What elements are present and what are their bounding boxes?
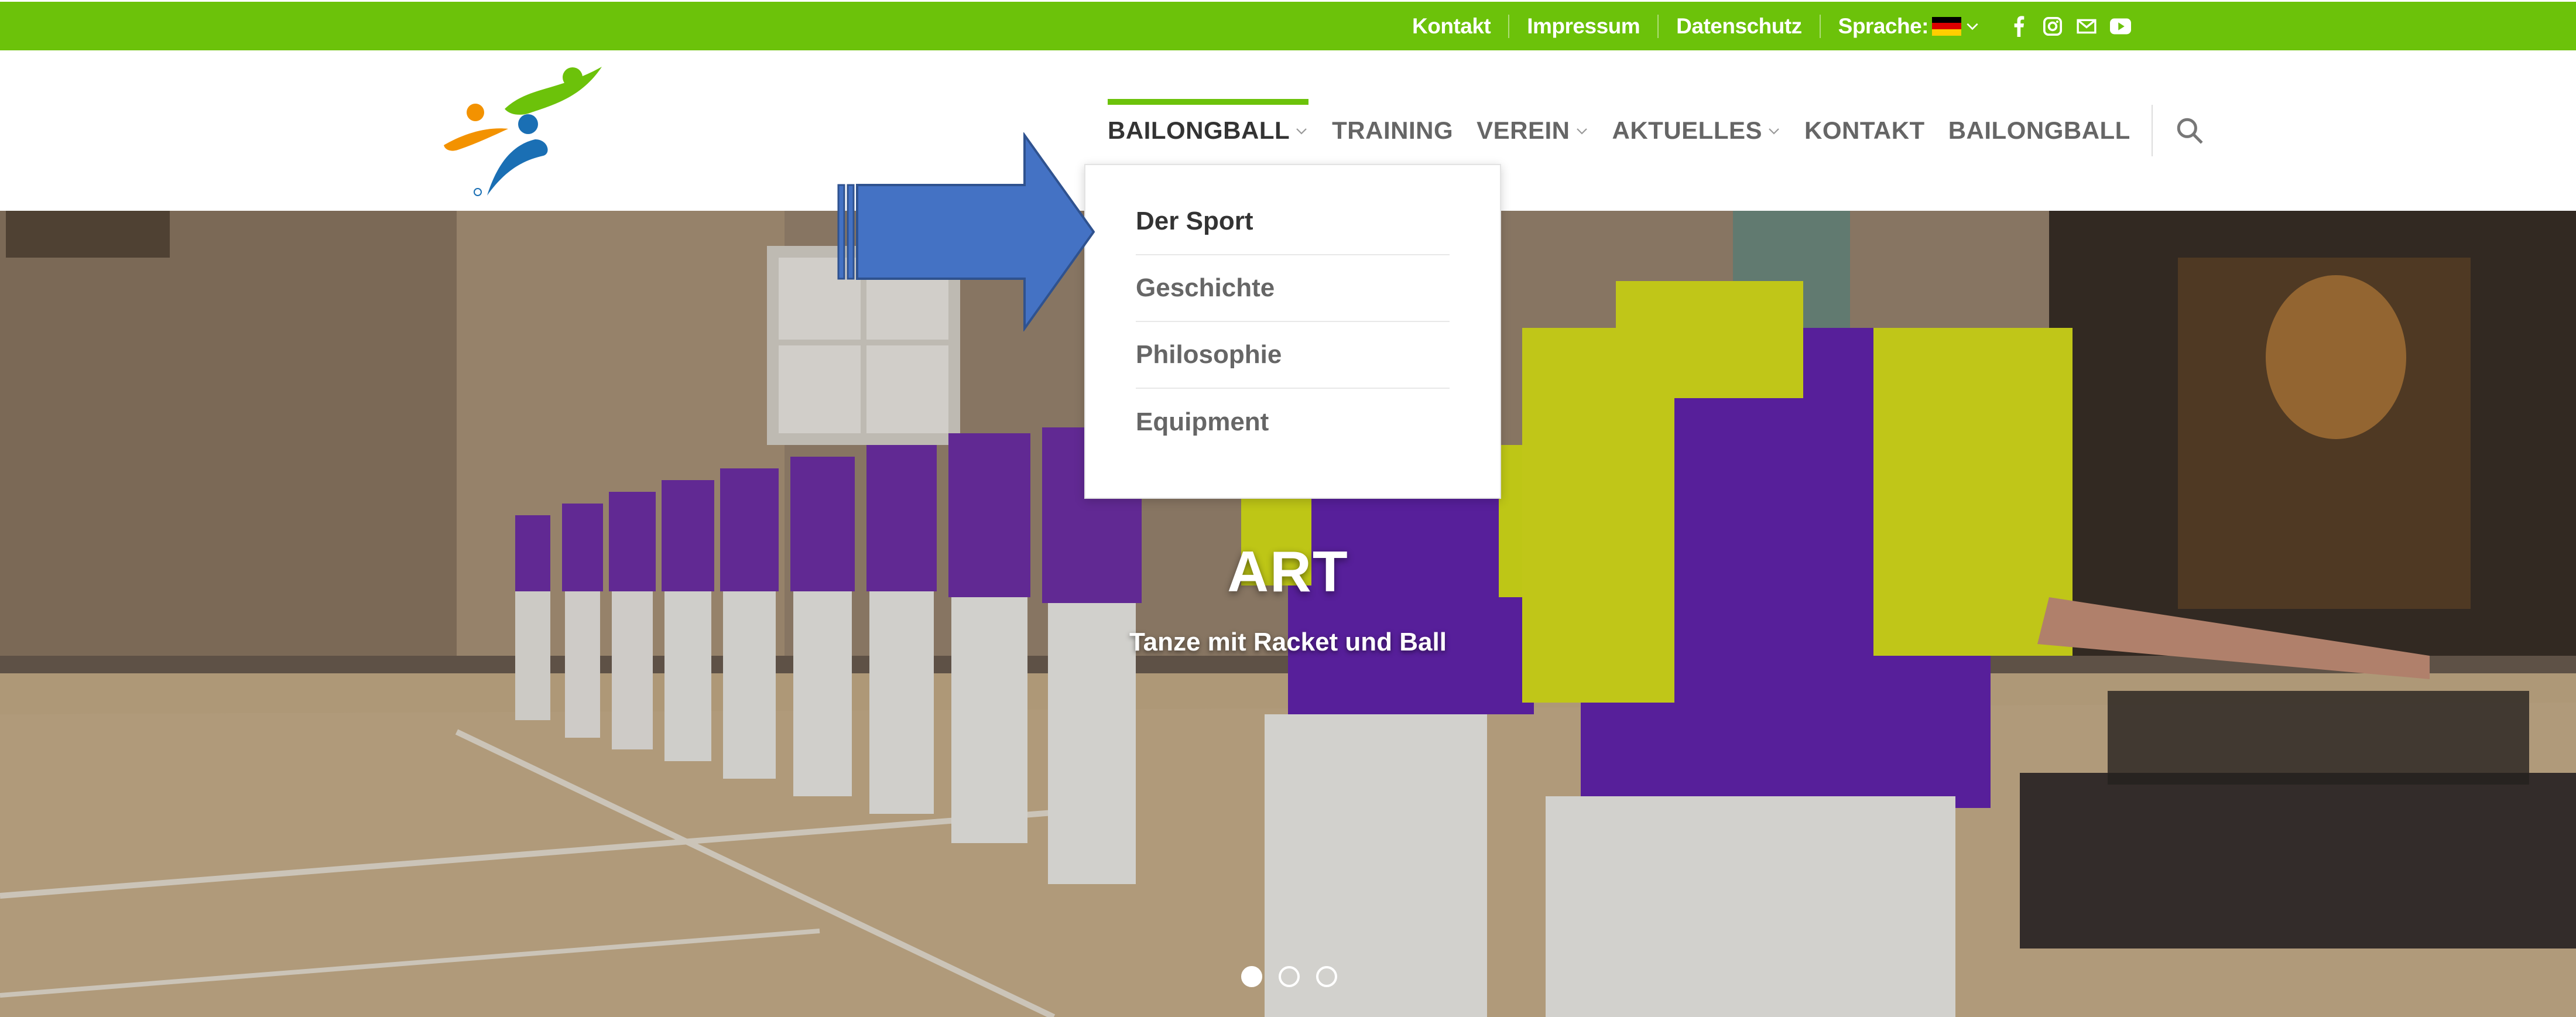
youtube-icon[interactable] [2110, 16, 2131, 37]
top-bar: Kontakt Impressum Datenschutz Sprache: [0, 0, 2576, 50]
mail-icon[interactable] [2076, 16, 2097, 37]
chevron-down-icon [1967, 23, 1978, 30]
nav-label: TRAINING [1332, 117, 1454, 144]
search-button[interactable] [2174, 115, 2205, 146]
language-label: Sprache: [1838, 13, 1929, 38]
german-flag-icon [1932, 16, 1961, 36]
chevron-down-icon [1576, 128, 1587, 135]
social-links [1998, 15, 2131, 37]
instagram-icon[interactable] [2042, 16, 2063, 37]
chevron-down-icon [1769, 128, 1779, 135]
top-link-impressum[interactable]: Impressum [1509, 14, 1659, 38]
top-links: Kontakt Impressum Datenschutz Sprache: [1395, 2, 2131, 50]
nav-label: KONTAKT [1804, 117, 1925, 144]
nav-label: BAILONGBALL [1108, 117, 1290, 144]
slider-dots [1241, 966, 1337, 987]
slider-dot-3[interactable] [1316, 966, 1337, 987]
chevron-down-icon [1296, 128, 1307, 135]
dropdown-item-geschichte[interactable]: Geschichte [1136, 255, 1450, 322]
dropdown-item-der-sport[interactable]: Der Sport [1136, 189, 1450, 255]
search-icon [2177, 118, 2203, 144]
nav-label: BAILONGBALL [1948, 117, 2130, 144]
top-link-kontakt[interactable]: Kontakt [1395, 14, 1510, 38]
nav-divider [2151, 105, 2153, 156]
hero-subtitle: Tanze mit Racket und Ball [1129, 628, 1447, 656]
nav-item-kontakt[interactable]: KONTAKT [1804, 50, 1925, 211]
hero-title: ART [1227, 539, 1349, 604]
slider-dot-1[interactable] [1241, 966, 1262, 987]
nav-label: VEREIN [1477, 117, 1570, 144]
nav-item-bailongball-2[interactable]: BAILONGBALL [1948, 50, 2130, 211]
facebook-icon[interactable] [2008, 15, 2029, 37]
top-link-datenschutz[interactable]: Datenschutz [1659, 14, 1821, 38]
language-switcher[interactable]: Sprache: [1821, 14, 1998, 39]
site-logo[interactable] [440, 63, 609, 199]
dropdown-item-equipment[interactable]: Equipment [1136, 389, 1450, 456]
slider-dot-2[interactable] [1279, 966, 1300, 987]
dropdown-item-philosophie[interactable]: Philosophie [1136, 322, 1450, 389]
bailongball-dropdown-menu: Der Sport Geschichte Philosophie Equipme… [1084, 164, 1501, 499]
nav-item-aktuelles[interactable]: AKTUELLES [1612, 50, 1782, 211]
annotation-arrow-icon [837, 132, 1095, 331]
nav-label: AKTUELLES [1612, 117, 1763, 144]
